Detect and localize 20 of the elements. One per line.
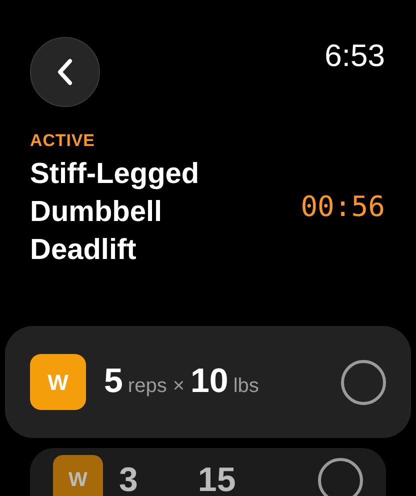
clock-time: 6:53 xyxy=(324,40,385,71)
set-type-badge: W xyxy=(53,455,103,496)
set-card[interactable]: W 5 reps × 10 lbs xyxy=(5,326,411,438)
reps-count: 3 xyxy=(119,463,138,496)
completion-checkbox[interactable] xyxy=(341,360,386,404)
set-card[interactable]: W 3 15 xyxy=(30,448,386,496)
status-label: ACTIVE xyxy=(30,132,96,149)
set-type-badge: W xyxy=(30,354,86,410)
chevron-left-icon xyxy=(57,58,73,86)
completion-checkbox[interactable] xyxy=(318,458,363,496)
exercise-name: Stiff-Legged xyxy=(30,157,200,192)
exercise-name: Deadlift xyxy=(30,233,138,268)
rest-timer: 00:56 xyxy=(300,188,385,224)
reps-count: 5 xyxy=(104,364,123,398)
reps-unit: reps xyxy=(128,374,167,398)
exercise-name: Dumbbell xyxy=(30,195,164,230)
weight-value: 15 xyxy=(198,463,236,496)
weight-unit: lbs xyxy=(233,374,259,398)
weight-value: 10 xyxy=(190,364,228,398)
times-sign: × xyxy=(172,374,185,398)
